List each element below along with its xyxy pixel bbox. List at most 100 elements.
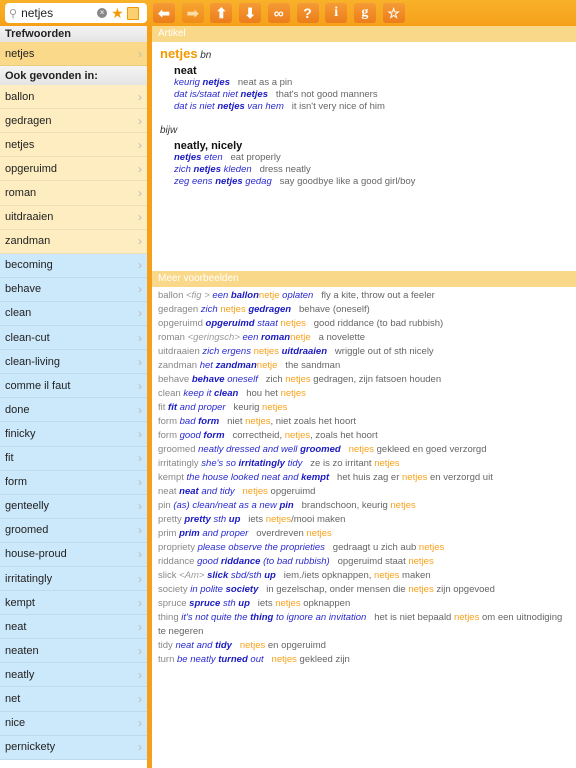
example-text[interactable]: pin <box>279 500 293 511</box>
down-arrow-icon[interactable]: ⬇ <box>239 3 262 23</box>
example-text: eten <box>201 152 223 163</box>
example-text[interactable]: spruce <box>189 598 220 609</box>
example-text: that's not good manners <box>268 89 378 100</box>
example-text[interactable]: behave <box>192 374 225 385</box>
example-text[interactable]: kempt <box>301 472 329 483</box>
search-field[interactable]: ⚲ × ★ <box>5 3 147 23</box>
example-text: netjes <box>408 556 434 567</box>
example-text[interactable]: riddance <box>221 556 261 567</box>
sidebar-item[interactable]: nice › <box>0 711 147 736</box>
example-text[interactable]: irritatingly <box>239 458 285 469</box>
example-text[interactable]: turned <box>218 654 248 665</box>
sidebar-item[interactable]: opgeruimd › <box>0 157 147 182</box>
example-text: good riddance (to bad rubbish) <box>305 318 444 329</box>
example-text: behave (oneself) <box>291 304 370 315</box>
example-text: society <box>158 584 191 595</box>
example-text[interactable]: pretty <box>184 514 210 525</box>
example-text[interactable]: netjes <box>241 89 268 100</box>
favorite-star-icon[interactable]: ☆ <box>382 3 405 23</box>
example-text[interactable]: thing <box>250 612 273 623</box>
example-text: eat properly <box>222 152 281 163</box>
example-text[interactable]: tidy <box>215 640 232 651</box>
example-text[interactable]: slick <box>207 570 228 581</box>
sidebar-item[interactable]: comme il faut › <box>0 374 147 399</box>
sidebar-item[interactable]: genteelly › <box>0 494 147 519</box>
example-text: (to bad rubbish) <box>260 556 330 567</box>
example-text[interactable]: ballon <box>231 290 259 301</box>
example-text: het <box>199 360 216 371</box>
sidebar-item[interactable]: pernickety › <box>0 735 147 760</box>
help-icon[interactable]: ? <box>296 3 319 23</box>
link-icon[interactable]: ∞ <box>267 3 290 23</box>
sidebar-item[interactable]: house-proud › <box>0 542 147 567</box>
sidebar-item[interactable]: clean › <box>0 301 147 327</box>
sidebar-item-label: fit <box>5 452 14 465</box>
example-text[interactable]: zandman <box>216 360 257 371</box>
example: uitdraaien zich ergens netjes uitdraaien… <box>158 345 570 359</box>
chevron-right-icon: › <box>138 740 142 755</box>
example-text[interactable]: netjes <box>194 164 221 175</box>
sidebar-item[interactable]: behave › <box>0 277 147 302</box>
list-icon[interactable] <box>126 6 139 20</box>
sidebar-item[interactable]: roman › <box>0 181 147 206</box>
sidebar-item[interactable]: clean-living › <box>0 350 147 375</box>
sidebar-item[interactable]: net › <box>0 687 147 712</box>
sidebar-item[interactable]: becoming › <box>0 253 147 278</box>
example-text[interactable]: clean <box>214 388 238 399</box>
example-text[interactable]: roman <box>261 332 290 343</box>
example: dat is/staat niet netjes that's not good… <box>174 89 568 101</box>
sidebar-item[interactable]: netjes › <box>0 133 147 158</box>
back-arrow-icon[interactable]: ⬅ <box>153 3 175 23</box>
sidebar-item[interactable]: finicky › <box>0 422 147 447</box>
example-text[interactable]: form <box>203 430 224 441</box>
example-text: oneself <box>224 374 258 385</box>
example-text[interactable]: uitdraaien <box>282 346 327 357</box>
example-text: gedag <box>242 176 272 187</box>
sidebar-item[interactable]: fit › <box>0 446 147 471</box>
example-text[interactable]: form <box>198 416 219 427</box>
search-input[interactable] <box>21 6 96 20</box>
google-icon[interactable]: g <box>353 3 376 23</box>
example-text[interactable]: society <box>226 584 259 595</box>
example-text: <geringsch> <box>187 332 243 343</box>
sidebar-item[interactable]: irritatingly › <box>0 566 147 592</box>
sidebar-item[interactable]: kempt › <box>0 591 147 616</box>
sidebar-item[interactable]: uitdraaien › <box>0 205 147 230</box>
example-text[interactable]: groomed <box>300 444 341 455</box>
sidebar-item[interactable]: groomed › <box>0 518 147 543</box>
sidebar-item[interactable]: form › <box>0 470 147 495</box>
example-text[interactable]: netjes <box>217 101 244 112</box>
example-text: , niet zoals het hoort <box>270 416 357 427</box>
sidebar-item[interactable]: zandman › <box>0 229 147 254</box>
sidebar-item[interactable]: neatly › <box>0 663 147 688</box>
example-text: behave <box>158 374 192 385</box>
sidebar-item[interactable]: clean-cut › <box>0 326 147 351</box>
sidebar-item[interactable]: neat › <box>0 615 147 640</box>
example-text[interactable]: up <box>238 598 250 609</box>
up-arrow-icon[interactable]: ⬆ <box>210 3 233 23</box>
sidebar-item[interactable]: neaten › <box>0 639 147 664</box>
clear-icon[interactable]: × <box>97 8 108 18</box>
example-text: van hem <box>244 101 284 112</box>
keyword-item[interactable]: netjes › <box>0 42 147 67</box>
example-text[interactable]: up <box>229 514 241 525</box>
example-text[interactable]: prim <box>179 528 200 539</box>
example-text[interactable]: neat <box>179 486 199 497</box>
example-text: <fig > <box>186 290 213 301</box>
sidebar-item[interactable]: done › <box>0 398 147 423</box>
example-text[interactable]: fit <box>168 402 177 413</box>
sidebar-item-label: netjes <box>5 138 35 151</box>
example-text[interactable]: netjes <box>203 77 230 88</box>
example-text[interactable]: up <box>264 570 276 581</box>
example-text: out <box>247 654 264 665</box>
forward-arrow-icon[interactable]: ➡ <box>181 3 204 23</box>
sidebar-item[interactable]: gedragen › <box>0 109 147 134</box>
sidebar-item[interactable]: ballon › <box>0 85 147 110</box>
example-text[interactable]: opgeruimd <box>206 318 255 329</box>
example-text[interactable]: netjes <box>215 176 242 187</box>
star-icon[interactable]: ★ <box>111 5 124 22</box>
info-icon[interactable]: i <box>325 3 348 23</box>
example-text[interactable]: gedragen <box>248 304 291 315</box>
example: groomed neatly dressed and well groomed … <box>158 443 570 457</box>
example-text[interactable]: netjes <box>174 152 201 163</box>
